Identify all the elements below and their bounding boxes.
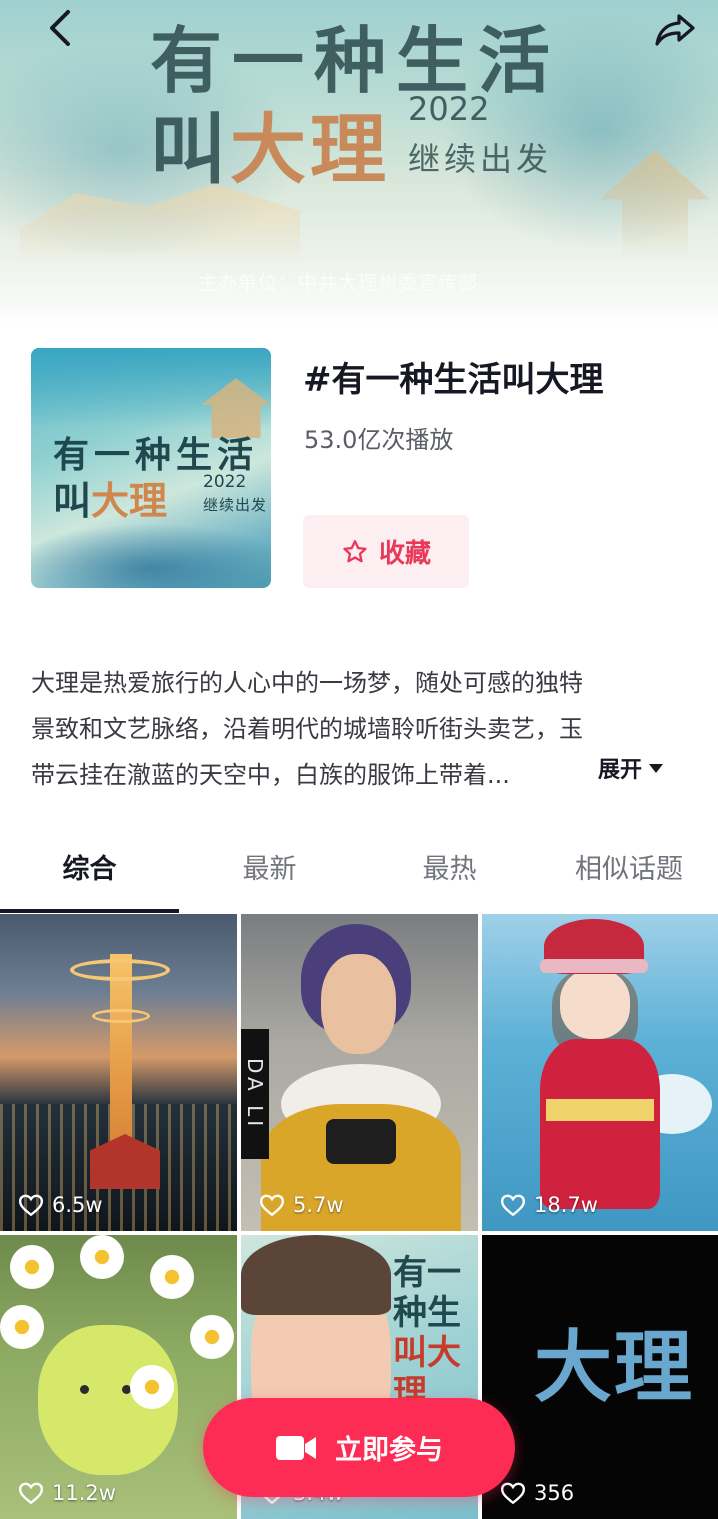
topic-play-count: 53.0亿次播放 bbox=[304, 426, 454, 454]
banner-subtitle: 继续出发 bbox=[408, 140, 553, 178]
topic-banner: 有一种生活 叫大理 2022 继续出发 主办单位：中共大理州委宣传部 bbox=[0, 0, 718, 330]
like-count: 356 bbox=[500, 1481, 574, 1505]
like-count: 6.5w bbox=[18, 1193, 103, 1217]
thumbnail-tower bbox=[110, 954, 132, 1154]
like-count: 5.7w bbox=[259, 1193, 344, 1217]
chevron-left-icon bbox=[50, 10, 70, 46]
video-tile[interactable]: 11.2w bbox=[0, 1235, 237, 1519]
topic-cover-image: 有一种生活 叫大理 2022 继续出发 bbox=[31, 348, 271, 588]
expand-label: 展开 bbox=[598, 758, 643, 783]
banner-title-line2: 叫大理 bbox=[150, 88, 390, 198]
participate-button[interactable]: 立即参与 bbox=[203, 1398, 515, 1497]
heart-outline-icon bbox=[18, 1194, 44, 1217]
participate-label: 立即参与 bbox=[335, 1435, 443, 1466]
back-button[interactable] bbox=[38, 6, 82, 50]
description-line: 带云挂在澈蓝的天空中，白族的服饰上带着... bbox=[31, 761, 510, 789]
like-count-text: 5.7w bbox=[293, 1193, 344, 1217]
expand-description-button[interactable]: 展开 bbox=[598, 752, 664, 784]
heart-outline-icon bbox=[500, 1482, 526, 1505]
cover-title-prefix: 叫 bbox=[53, 478, 92, 523]
cover-title-line2: 叫大理 bbox=[53, 470, 167, 525]
description-line: 大理是热爱旅行的人心中的一场梦，随处可感的独特 bbox=[31, 669, 583, 697]
heart-outline-icon bbox=[259, 1194, 285, 1217]
thumbnail-overlay-text: DA LI bbox=[241, 1029, 269, 1159]
tab-hottest[interactable]: 最热 bbox=[360, 847, 539, 907]
heart-outline-icon bbox=[500, 1194, 526, 1217]
description-line: 景致和文艺脉络，沿着明代的城墙聆听街头卖艺，玉 bbox=[31, 715, 583, 743]
active-tab-indicator bbox=[0, 909, 179, 913]
tab-latest[interactable]: 最新 bbox=[180, 847, 359, 907]
star-outline-icon bbox=[343, 539, 367, 562]
cover-subtitle: 继续出发 bbox=[203, 496, 268, 514]
banner-title-highlight: 大理 bbox=[230, 105, 390, 194]
caret-down-icon bbox=[649, 764, 664, 773]
like-count: 11.2w bbox=[18, 1481, 116, 1505]
tab-similar-topics[interactable]: 相似话题 bbox=[540, 847, 718, 907]
like-count-text: 11.2w bbox=[52, 1481, 116, 1505]
video-tile[interactable]: 大理 356 bbox=[482, 1235, 718, 1519]
share-button[interactable] bbox=[650, 8, 700, 52]
banner-year: 2022 bbox=[408, 90, 490, 128]
like-count: 18.7w bbox=[500, 1193, 598, 1217]
topic-description: 大理是热爱旅行的人心中的一场梦，随处可感的独特 景致和文艺脉络，沿着明代的城墙聆… bbox=[31, 660, 691, 798]
like-count-text: 356 bbox=[534, 1481, 575, 1505]
banner-organizer: 主办单位：中共大理州委宣传部 bbox=[198, 272, 479, 294]
thumbnail-overlay-text: 有一种生叫大理 bbox=[393, 1253, 461, 1413]
video-tile[interactable]: 6.5w bbox=[0, 914, 237, 1231]
video-tile[interactable]: 18.7w bbox=[482, 914, 718, 1231]
heart-outline-icon bbox=[18, 1482, 44, 1505]
favorite-button[interactable]: 收藏 bbox=[303, 515, 469, 588]
cover-year: 2022 bbox=[203, 472, 247, 492]
favorite-label: 收藏 bbox=[378, 539, 431, 569]
thumbnail-overlay-text: 大理 bbox=[534, 1322, 695, 1413]
cover-wave bbox=[31, 523, 271, 588]
share-arrow-icon bbox=[655, 14, 695, 46]
cover-title-highlight: 大理 bbox=[91, 478, 168, 523]
banner-title-prefix: 叫 bbox=[150, 105, 230, 194]
content-tabs: 综合 最新 最热 相似话题 bbox=[0, 835, 718, 913]
like-count-text: 6.5w bbox=[52, 1193, 103, 1217]
topic-title: #有一种生活叫大理 bbox=[303, 360, 604, 400]
like-count-text: 18.7w bbox=[534, 1193, 598, 1217]
video-tile[interactable]: DA LI 5.7w bbox=[241, 914, 478, 1231]
tab-comprehensive[interactable]: 综合 bbox=[0, 847, 179, 907]
video-camera-icon bbox=[276, 1435, 316, 1460]
